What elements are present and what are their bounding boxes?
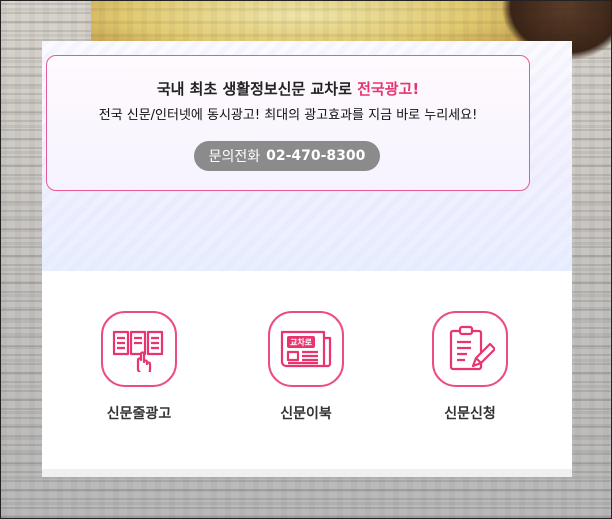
call-label: 문의전화 bbox=[208, 149, 261, 165]
ad-headline-main: 국내 최초 생활정보신문 교차로 bbox=[156, 80, 358, 98]
service-newspaper-ebook[interactable]: 교차로 신문이북 bbox=[246, 311, 366, 423]
newspaper-click-icon bbox=[101, 311, 177, 387]
ad-headline: 국내 최초 생활정보신문 교차로 전국광고! bbox=[47, 78, 529, 99]
service-label: 신문줄광고 bbox=[106, 406, 172, 422]
ad-subline: 전국 신문/인터넷에 동시광고! 최대의 광고효과를 지금 바로 누리세요! bbox=[98, 108, 478, 123]
ad-panel-top: 국내 최초 생활정보신문 교차로 전국광고! 전국 신문/인터넷에 동시광고! … bbox=[42, 41, 572, 271]
service-newspaper-line-ad[interactable]: 신문줄광고 bbox=[79, 311, 199, 423]
ebook-newspaper-icon: 교차로 bbox=[268, 311, 344, 387]
national-ad-box: 국내 최초 생활정보신문 교차로 전국광고! 전국 신문/인터넷에 동시광고! … bbox=[46, 55, 530, 191]
ad-panel: 국내 최초 생활정보신문 교차로 전국광고! 전국 신문/인터넷에 동시광고! … bbox=[42, 41, 572, 477]
clipboard-pen-icon bbox=[432, 311, 508, 387]
ad-headline-accent: 전국광고! bbox=[357, 80, 420, 98]
panel-bottom-strip bbox=[42, 469, 572, 477]
page-background: 국내 최초 생활정보신문 교차로 전국광고! 전국 신문/인터넷에 동시광고! … bbox=[0, 0, 612, 519]
ebook-badge-text: 교차로 bbox=[290, 337, 313, 347]
call-number: 02-470-8300 bbox=[266, 148, 366, 164]
call-button[interactable]: 문의전화 02-470-8300 bbox=[194, 141, 380, 171]
service-label: 신문신청 bbox=[444, 406, 496, 422]
service-menu: 신문줄광고 교차로 신문이북 신문신청 bbox=[42, 271, 572, 466]
service-label: 신문이북 bbox=[280, 406, 332, 422]
service-newspaper-subscribe[interactable]: 신문신청 bbox=[410, 311, 530, 423]
